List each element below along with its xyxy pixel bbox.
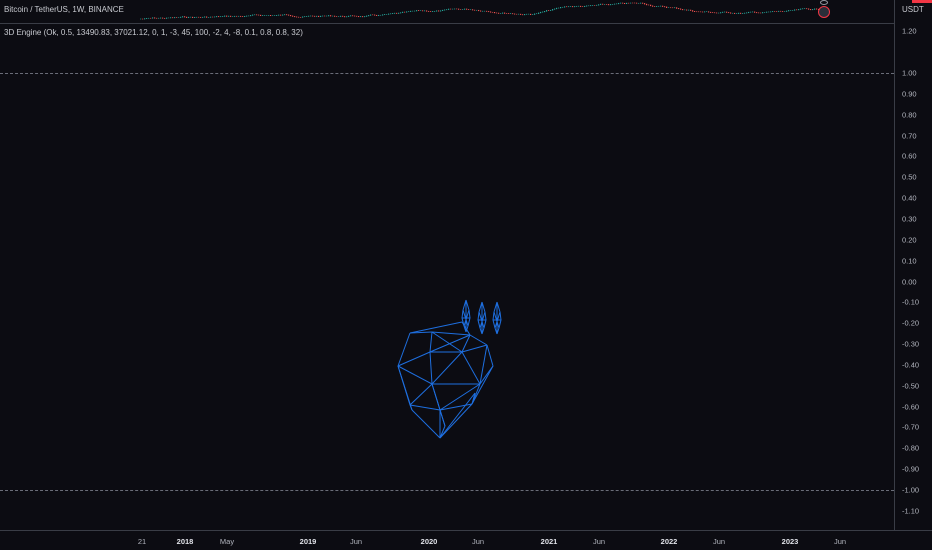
y-tick-label: 0.30 — [902, 214, 917, 224]
wireframe-edge — [431, 331, 471, 336]
wireframe-edge — [431, 383, 446, 427]
y-tick-label: -0.40 — [902, 360, 920, 370]
wireframe-edge — [429, 351, 433, 385]
x-tick-label: May — [219, 537, 235, 546]
wireframe-edge — [483, 319, 487, 329]
wireframe-edge — [486, 344, 494, 367]
y-tick-label: -0.90 — [902, 464, 920, 474]
y-tick-label: -1.00 — [902, 485, 920, 495]
wireframe-edge — [431, 351, 463, 385]
y-tick-label: 0.20 — [902, 235, 917, 245]
wireframe-edge — [498, 319, 502, 329]
y-tick-label: -0.50 — [902, 381, 920, 391]
wireframe-edge — [411, 409, 441, 439]
wireframe-edge — [409, 321, 463, 334]
wireframe-edge — [429, 334, 471, 353]
y-tick-label: 1.00 — [902, 68, 917, 78]
x-tick-label: 2023 — [781, 537, 799, 546]
x-tick-label: 2019 — [299, 537, 317, 546]
y-tick-label: -0.20 — [902, 318, 920, 328]
wireframe-edge — [484, 311, 487, 321]
x-tick-label: 2022 — [660, 537, 678, 546]
x-tick-label: Jun — [712, 537, 726, 546]
y-tick-label: 0.00 — [902, 277, 917, 286]
x-tick-label: 21 — [137, 537, 147, 546]
y-tick-label: 0.40 — [902, 193, 917, 203]
y-tick-label: 0.50 — [902, 172, 917, 182]
y-tick-label: 0.90 — [902, 89, 917, 99]
x-tick-label: Jun — [471, 537, 485, 546]
wireframe-edge — [468, 309, 471, 319]
x-tick-label: Jun — [833, 537, 847, 546]
y-tick-label: 0.60 — [902, 151, 917, 161]
wireframe-edge — [461, 351, 481, 385]
wireframe-edge — [409, 404, 441, 411]
wireframe-edge — [492, 319, 496, 329]
last-price-marker — [912, 0, 932, 3]
wireframe-edge — [499, 311, 502, 321]
y-tick-label: -0.70 — [902, 422, 920, 432]
x-tick-label: Jun — [592, 537, 606, 546]
wireframe-edge — [429, 331, 433, 353]
x-tick-label: 2018 — [176, 537, 194, 546]
y-tick-label: -1.10 — [902, 506, 920, 516]
wireframe-render — [397, 299, 502, 439]
y-tick-label: 0.70 — [902, 131, 917, 141]
x-tick-label: Jun — [349, 537, 363, 546]
wireframe-edge — [467, 317, 471, 327]
y-tick-label: 0.10 — [902, 256, 917, 266]
currency-label: USDT — [902, 5, 924, 14]
wireframe-edge — [477, 319, 481, 329]
y-tick-label: -0.60 — [902, 402, 920, 412]
wireframe-edge — [469, 334, 488, 346]
y-tick-label: 1.20 — [902, 26, 917, 36]
y-tick-label: -0.10 — [902, 297, 920, 307]
y-tick-label: -0.80 — [902, 443, 920, 453]
y-tick-label: 0.80 — [902, 110, 917, 120]
wireframe-edge — [439, 392, 476, 439]
x-tick-label: 2021 — [540, 537, 558, 546]
x-tick-label: 2020 — [420, 537, 438, 546]
wireframe-edge — [477, 311, 480, 321]
wireframe-edge — [409, 383, 433, 406]
wireframe-edge — [461, 344, 488, 353]
wireframe-edge — [461, 309, 464, 319]
y-tick-label: -0.30 — [902, 339, 920, 349]
wireframe-edge — [492, 311, 495, 321]
